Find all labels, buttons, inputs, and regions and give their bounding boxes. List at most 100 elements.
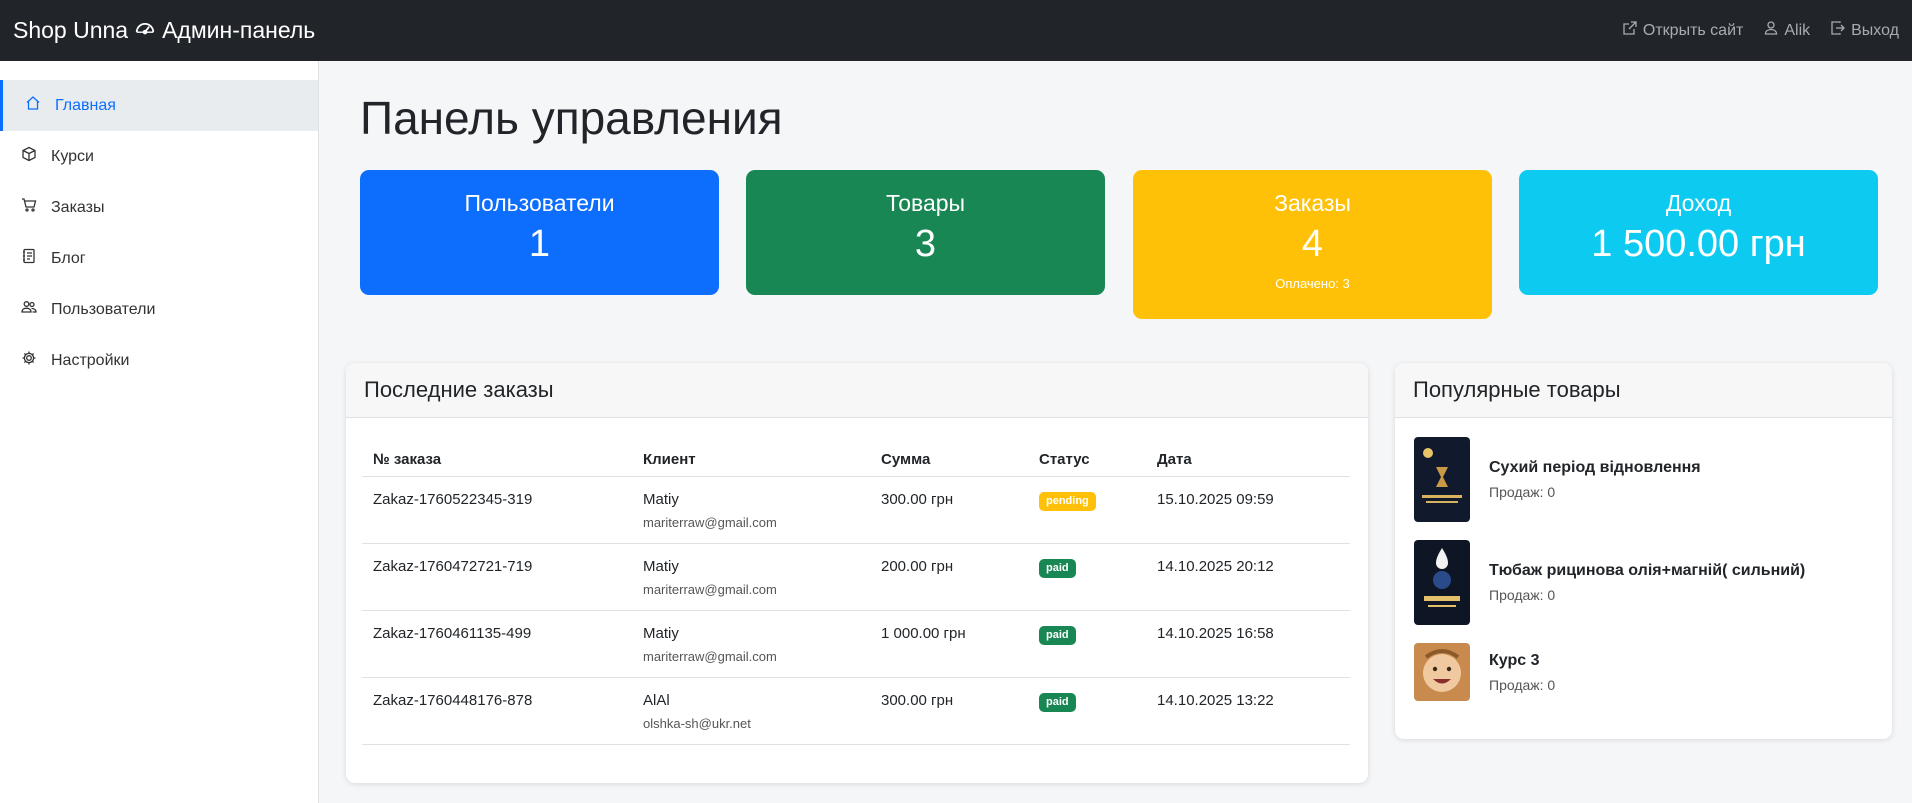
sidebar-item-settings[interactable]: Настройки [0, 335, 318, 386]
order-date: 15.10.2025 09:59 [1146, 476, 1350, 544]
table-row[interactable]: Zakaz-1760522345-319 Matiy mariterraw@gm… [362, 476, 1350, 544]
column-header: Сумма [870, 444, 1028, 477]
house-icon [25, 95, 41, 116]
logout-label: Выход [1851, 21, 1899, 39]
people-icon [21, 299, 37, 320]
order-sum: 1 000.00 грн [870, 610, 1028, 678]
product-sales: Продаж: 0 [1489, 676, 1556, 693]
order-id: Zakaz-1760522345-319 [362, 476, 632, 544]
product-name: Тюбаж рицинова олія+магній( сильний) [1489, 562, 1806, 579]
journal-icon [21, 248, 37, 269]
client-name: Matiy [643, 557, 679, 575]
sidebar: Главная Курси Заказы Блог Пользователи Н… [0, 61, 319, 803]
client-email: mariterraw@gmail.com [643, 581, 777, 597]
logout-link[interactable]: Выход [1830, 20, 1899, 41]
sidebar-item-orders[interactable]: Заказы [0, 182, 318, 233]
order-id: Zakaz-1760472721-719 [362, 543, 632, 611]
product-name: Курс 3 [1489, 651, 1540, 669]
brand[interactable]: Shop Unna Админ-панель [13, 17, 315, 45]
order-client: Matiy mariterraw@gmail.com [632, 610, 870, 678]
product-sales: Продаж: 0 [1489, 484, 1556, 500]
box-icon [21, 146, 37, 167]
logout-icon [1830, 20, 1846, 41]
stat-label: Товары [885, 190, 966, 216]
product-sales: Продаж: 0 [1489, 587, 1556, 603]
table-row[interactable]: Zakaz-1760461135-499 Matiy mariterraw@gm… [362, 610, 1350, 678]
sidebar-item-label: Главная [55, 96, 116, 114]
popular-product-item[interactable]: Курс 3 Продаж: 0 [1414, 643, 1555, 701]
person-icon [1763, 20, 1779, 41]
table-row[interactable]: Zakaz-1760472721-719 Matiy mariterraw@gm… [362, 543, 1350, 611]
sidebar-item-home[interactable]: Главная [0, 80, 318, 131]
order-date: 14.10.2025 20:12 [1146, 543, 1350, 611]
stat-label: Заказы [1274, 190, 1351, 216]
order-id: Zakaz-1760448176-878 [362, 677, 632, 745]
product-name: Сухий період відновлення [1489, 459, 1701, 476]
cart-icon [21, 197, 37, 218]
status-badge: paid [1039, 625, 1076, 645]
order-client: Matiy mariterraw@gmail.com [632, 543, 870, 611]
sidebar-item-label: Заказы [51, 198, 105, 216]
order-client: Matiy mariterraw@gmail.com [632, 476, 870, 544]
order-status: paid [1028, 543, 1146, 611]
card-title: Последние заказы [346, 363, 1368, 418]
client-name: Matiy [643, 490, 679, 508]
sidebar-item-label: Блог [51, 249, 86, 267]
page-title: Панель управления [360, 92, 783, 144]
main-content: Панель управления Пользователи 1 Товары … [320, 61, 1912, 803]
status-badge: paid [1039, 558, 1076, 578]
table-row[interactable]: Zakaz-1760448176-878 AlAl olshka-sh@ukr.… [362, 677, 1350, 745]
sidebar-item-label: Настройки [51, 351, 130, 369]
sidebar-item-users[interactable]: Пользователи [0, 284, 318, 335]
user-name: Alik [1784, 21, 1811, 39]
product-thumbnail [1414, 540, 1470, 625]
open-site-label: Открыть сайт [1642, 21, 1744, 39]
stat-value: 3 [914, 223, 937, 265]
product-thumbnail [1414, 437, 1470, 522]
stat-subtext: Оплачено: 3 [1275, 276, 1350, 291]
client-name: AlAl [643, 691, 670, 709]
stat-label: Пользователи [464, 190, 615, 216]
order-sum: 300.00 грн [870, 677, 1028, 745]
popular-products-card: Популярные товары Сухий період відновлен… [1395, 363, 1892, 739]
order-id: Zakaz-1760461135-499 [362, 610, 632, 678]
orders-table: № заказа Клиент Сумма Статус Дата Zakaz-… [362, 444, 1350, 745]
order-status: paid [1028, 677, 1146, 745]
order-date: 14.10.2025 16:58 [1146, 610, 1350, 678]
open-site-link[interactable]: Открыть сайт [1622, 20, 1743, 41]
column-header: Статус [1028, 444, 1146, 477]
status-badge: pending [1039, 491, 1096, 511]
sidebar-item-label: Курси [51, 147, 94, 165]
stat-card-orders: Заказы 4 Оплачено: 3 [1133, 170, 1492, 319]
client-email: mariterraw@gmail.com [643, 514, 777, 530]
stat-value: 1 [528, 223, 551, 265]
stat-label: Доход [1665, 190, 1732, 216]
client-email: olshka-sh@ukr.net [643, 715, 751, 731]
column-header: Дата [1146, 444, 1350, 477]
stat-card-products: Товары 3 [746, 170, 1105, 295]
product-thumbnail [1414, 643, 1470, 701]
popular-product-item[interactable]: Тюбаж рицинова олія+магній( сильний) Про… [1414, 540, 1805, 625]
top-navbar: Shop Unna Админ-панель Открыть сайт Alik… [0, 0, 1912, 61]
order-sum: 200.00 грн [870, 543, 1028, 611]
sidebar-item-courses[interactable]: Курси [0, 131, 318, 182]
brand-section: Админ-панель [162, 17, 316, 43]
order-status: pending [1028, 476, 1146, 544]
client-email: mariterraw@gmail.com [643, 648, 777, 664]
popular-product-item[interactable]: Сухий період відновлення Продаж: 0 [1414, 437, 1701, 522]
stat-value: 4 [1301, 223, 1324, 265]
order-status: paid [1028, 610, 1146, 678]
speedometer-icon [134, 17, 156, 45]
order-client: AlAl olshka-sh@ukr.net [632, 677, 870, 745]
stat-card-income: Доход 1 500.00 грн [1519, 170, 1878, 295]
column-header: Клиент [632, 444, 870, 477]
sidebar-item-label: Пользователи [51, 300, 156, 318]
status-badge: paid [1039, 692, 1076, 712]
client-name: Matiy [643, 624, 679, 642]
sidebar-item-blog[interactable]: Блог [0, 233, 318, 284]
order-sum: 300.00 грн [870, 476, 1028, 544]
user-menu[interactable]: Alik [1763, 20, 1810, 41]
order-date: 14.10.2025 13:22 [1146, 677, 1350, 745]
stat-card-users: Пользователи 1 [360, 170, 719, 295]
brand-name: Shop Unna [13, 17, 129, 43]
